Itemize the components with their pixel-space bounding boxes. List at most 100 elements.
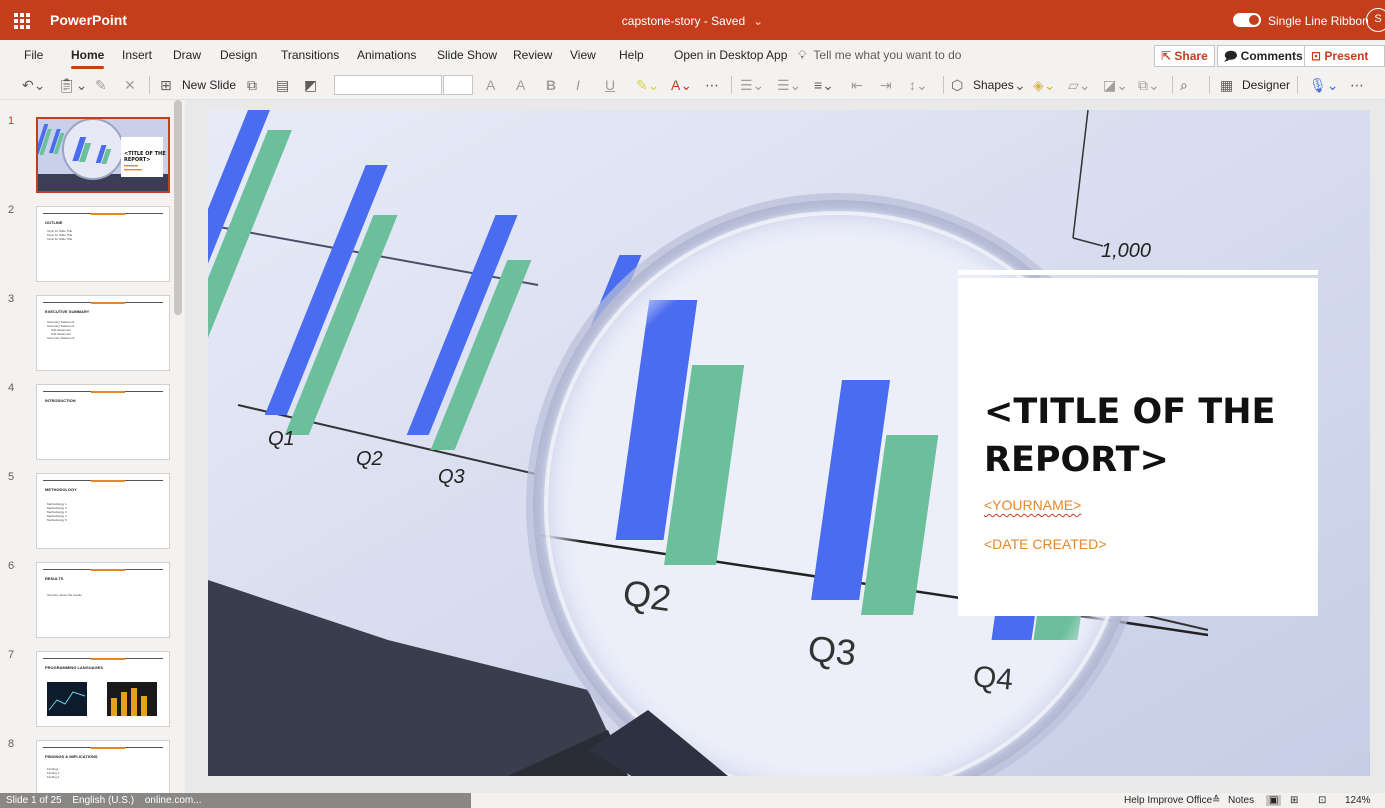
- paste-icon[interactable]: 📋︎⌄: [58, 76, 88, 94]
- photo-label-q1: Q1: [268, 428, 295, 450]
- bold-icon[interactable]: B: [546, 76, 556, 94]
- single-line-ribbon-label: Single Line Ribbon: [1268, 14, 1369, 28]
- thumbnail-slide-4[interactable]: INTRODUCTION: [36, 384, 170, 460]
- present-button[interactable]: ⊡ Present ⌄: [1304, 45, 1385, 77]
- single-line-ribbon-toggle[interactable]: [1233, 13, 1261, 27]
- photo-label-q2: Q2: [356, 448, 383, 470]
- increase-indent-icon[interactable]: ⇥: [880, 76, 892, 94]
- new-slide-icon[interactable]: ⊞: [160, 76, 172, 94]
- slide-title[interactable]: <TITLE OF THE REPORT>: [984, 388, 1304, 484]
- thumbnail-bullet: Summary Statement: [47, 336, 75, 340]
- status-bar: Slide 1 of 25 English (U.S.) online.com.…: [0, 793, 1385, 808]
- document-title[interactable]: capstone-story - Saved ⌄: [0, 14, 1385, 28]
- tab-view[interactable]: View: [570, 48, 596, 62]
- font-name-select[interactable]: [334, 75, 442, 95]
- line-spacing-icon[interactable]: ↕⌄: [909, 76, 928, 94]
- align-icon[interactable]: ≡⌄: [814, 76, 834, 94]
- thumbnail-slide-8[interactable]: FINDINGS & IMPLICATIONS Findings Finding…: [36, 740, 170, 793]
- search-icon[interactable]: ⌕: [1180, 76, 1188, 94]
- notes-button[interactable]: Notes: [1228, 795, 1254, 806]
- decrease-indent-icon[interactable]: ⇤: [851, 76, 863, 94]
- reuse-slides-icon[interactable]: ⧉: [247, 76, 257, 94]
- designer-icon[interactable]: ▦: [1220, 76, 1233, 94]
- thumbnail-title: METHODOLOGY: [45, 487, 77, 492]
- thumbnail-rule: [43, 212, 163, 215]
- open-desktop-app-link[interactable]: Open in Desktop App: [674, 48, 787, 62]
- delete-icon[interactable]: ✕: [124, 76, 136, 94]
- dictate-icon[interactable]: 🎙︎⌄: [1309, 76, 1339, 94]
- shape-outline-icon[interactable]: ▱⌄: [1068, 76, 1091, 94]
- highlight-icon[interactable]: ✎⌄: [636, 76, 659, 94]
- tab-insert[interactable]: Insert: [122, 48, 152, 62]
- thumbnail-bullet: Topic for Slide Title: [47, 237, 73, 241]
- tab-transitions[interactable]: Transitions: [281, 48, 339, 62]
- reading-view-icon[interactable]: ⊡: [1318, 795, 1326, 806]
- arrange-icon[interactable]: ⧉⌄: [1138, 76, 1160, 94]
- slide-sorter-icon[interactable]: ⊞: [1290, 795, 1298, 806]
- separator: [1209, 76, 1210, 94]
- increase-font-icon[interactable]: A: [486, 76, 495, 94]
- document-title-text: capstone-story - Saved: [621, 14, 746, 28]
- more-font-options-icon[interactable]: ⋯: [705, 76, 719, 94]
- tab-animations[interactable]: Animations: [357, 48, 416, 62]
- thumbnail-slide-3[interactable]: EXECUTIVE SUMMARY Summary Statement Summ…: [36, 295, 170, 371]
- shape-fill-icon[interactable]: ◈⌄: [1033, 76, 1056, 94]
- designer-button[interactable]: Designer: [1242, 76, 1290, 94]
- tab-draw[interactable]: Draw: [173, 48, 201, 62]
- new-slide-button[interactable]: New Slide: [182, 76, 236, 94]
- tab-help[interactable]: Help: [619, 48, 644, 62]
- thumbnail-slide-5[interactable]: METHODOLOGY Methodology 1 Methodology 2 …: [36, 473, 170, 549]
- thumbnail-title: PROGRAMMING LANGUAGES: [45, 665, 103, 670]
- notes-icon: ≙: [1212, 795, 1221, 806]
- italic-icon[interactable]: I: [576, 76, 580, 94]
- format-painter-icon[interactable]: ✎: [95, 76, 107, 94]
- zoom-level[interactable]: 124%: [1345, 795, 1371, 806]
- tell-me-search[interactable]: 💡︎ Tell me what you want to do: [798, 48, 961, 63]
- decrease-font-icon[interactable]: A: [516, 76, 525, 94]
- underline-icon[interactable]: U: [605, 76, 615, 94]
- numbering-icon[interactable]: ☰⌄: [777, 76, 801, 94]
- language[interactable]: English (U.S.): [72, 795, 134, 806]
- comments-label: Comments: [1240, 49, 1303, 63]
- layout-icon[interactable]: ▤: [276, 76, 289, 94]
- normal-view-icon[interactable]: ▣: [1266, 795, 1282, 806]
- help-improve-office-link[interactable]: Help Improve Office: [1124, 795, 1212, 806]
- current-slide[interactable]: Q1 Q2 Q3 Q2 Q3 Q4 1,000 <TITLE OF THE RE…: [208, 110, 1370, 776]
- thumbnail-title: OUTLINE: [45, 220, 63, 225]
- chevron-down-icon: ⌄: [1014, 77, 1026, 93]
- tab-design[interactable]: Design: [220, 48, 257, 62]
- tab-slide-show[interactable]: Slide Show: [437, 48, 497, 62]
- shape-effects-icon[interactable]: ◪⌄: [1103, 76, 1128, 94]
- tab-file[interactable]: File: [24, 48, 43, 62]
- background-icon[interactable]: ◩: [304, 76, 317, 94]
- thumbnail-slide-7[interactable]: PROGRAMMING LANGUAGES: [36, 651, 170, 727]
- thumbnail-rule: [43, 568, 163, 571]
- thumbnail-rule: [43, 390, 163, 393]
- comments-button[interactable]: 🗩︎ Comments: [1217, 45, 1310, 67]
- font-color-icon[interactable]: A⌄: [671, 76, 692, 94]
- thumbnail-scrollbar[interactable]: [174, 100, 182, 315]
- slide-author[interactable]: <YOURNAME>: [984, 497, 1081, 513]
- title-textbox-container[interactable]: <TITLE OF THE REPORT> <YOURNAME> <DATE C…: [958, 270, 1318, 616]
- tab-review[interactable]: Review: [513, 48, 552, 62]
- font-size-select[interactable]: [443, 75, 473, 95]
- thumbnail-bullet: Methodology 5: [47, 518, 67, 522]
- thumbnail-slide-2[interactable]: OUTLINE Topic for Slide Title Topic for …: [36, 206, 170, 282]
- slide-count[interactable]: Slide 1 of 25: [6, 795, 62, 806]
- shapes-icon[interactable]: ⬡: [951, 76, 963, 94]
- photo-label-q3: Q3: [438, 466, 465, 488]
- undo-icon[interactable]: ↶⌄: [22, 76, 45, 94]
- more-options-icon[interactable]: ⋯: [1350, 76, 1364, 94]
- shapes-button[interactable]: Shapes: [973, 76, 1014, 94]
- ribbon-toolbar: ↶⌄ 📋︎⌄ ✎ ✕ ⊞ New Slide ⧉ ▤ ◩ A A B I U ✎…: [0, 70, 1385, 100]
- bullets-icon[interactable]: ☰⌄: [740, 76, 764, 94]
- thumbnail-slide-6[interactable]: RESULTS Tell story about the results: [36, 562, 170, 638]
- thumbnail-slide-1[interactable]: <TITLE OF THE REPORT>: [36, 117, 170, 193]
- photo-label-q2-magnified: Q2: [620, 571, 674, 620]
- chevron-down-icon: ⌄: [753, 14, 764, 28]
- slide-date[interactable]: <DATE CREATED>: [984, 536, 1106, 552]
- tab-home[interactable]: Home: [71, 48, 105, 69]
- lightbulb-icon: 💡︎: [798, 48, 807, 62]
- avatar[interactable]: S: [1366, 8, 1385, 32]
- share-button[interactable]: ⇱ Share: [1154, 45, 1215, 67]
